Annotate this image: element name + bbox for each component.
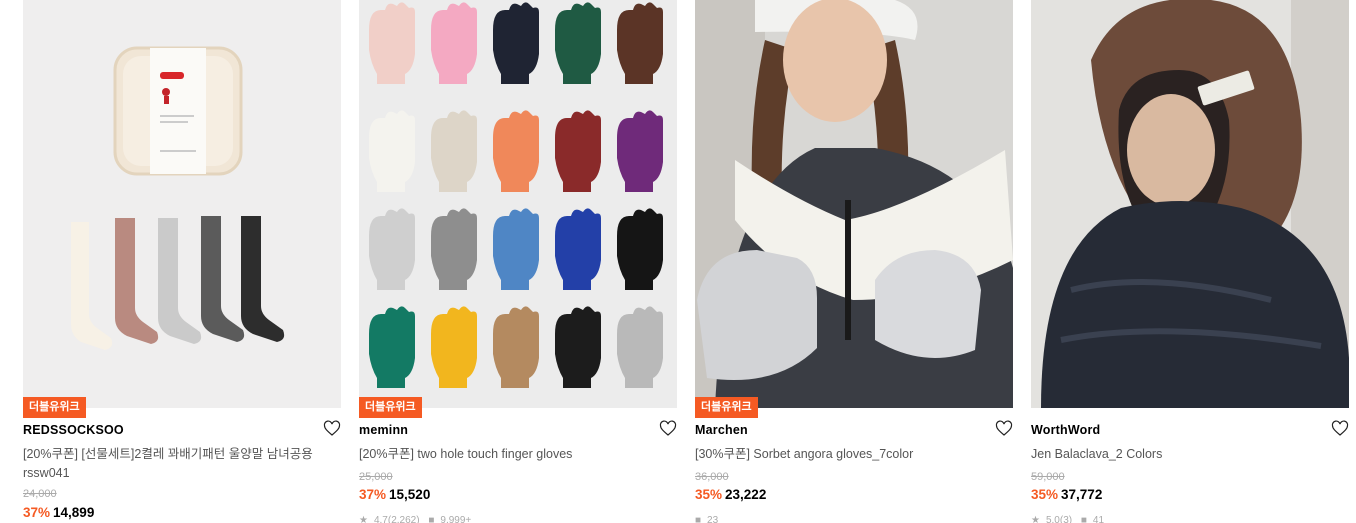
gloves-colors-image [359, 0, 677, 408]
product-title[interactable]: [20%쿠폰] two hole touch finger gloves [359, 445, 659, 464]
rating: 5.0(3) [1045, 515, 1073, 523]
promo-badge: 더블유위크 [23, 397, 86, 418]
original-price: 36,000 [695, 471, 729, 483]
original-price: 59,000 [1031, 471, 1065, 483]
brand-name[interactable]: WorthWord [1031, 423, 1100, 437]
product-title[interactable]: [20%쿠폰] [선물세트]2켤레 꽈배기패턴 울양말 남녀공용 rssw041 [23, 445, 323, 483]
product-image-balaclava[interactable] [1031, 0, 1349, 408]
comment-icon: ■ [428, 515, 435, 523]
price-line: 35% 23,222 [695, 487, 766, 502]
product-card[interactable]: 더블유위크 REDSSOCKSOO [20%쿠폰] [선물세트]2켤레 꽈배기패… [23, 0, 341, 523]
price-line: 37% 14,899 [23, 505, 94, 520]
original-price: 24,000 [23, 488, 57, 500]
promo-badge: 더블유위크 [695, 397, 758, 418]
product-grid: 더블유위크 REDSSOCKSOO [20%쿠폰] [선물세트]2켤레 꽈배기패… [0, 0, 1356, 523]
star-icon: ★ [359, 515, 368, 523]
star-icon: ★ [1031, 515, 1040, 523]
promo-badge: 더블유위크 [359, 397, 422, 418]
product-title[interactable]: [30%쿠폰] Sorbet angora gloves_7color [695, 445, 995, 464]
price-line: 35% 37,772 [1031, 487, 1102, 502]
product-image-gloves-grid[interactable] [359, 0, 677, 408]
rating: 4.7(2,262) [373, 515, 420, 523]
product-meta: ■ 23 [695, 515, 724, 523]
product-card[interactable]: WorthWord Jen Balaclava_2 Colors 59,000 … [1031, 0, 1349, 523]
brand-name[interactable]: REDSSOCKSOO [23, 423, 124, 437]
original-price: 25,000 [359, 471, 393, 483]
sale-price: 37,772 [1061, 487, 1103, 502]
heart-outline-icon[interactable] [659, 420, 677, 438]
product-image-socks-gift-set[interactable] [23, 0, 341, 408]
discount-rate: 35% [695, 487, 723, 502]
product-meta: ★ 5.0(3) ■ 41 [1031, 515, 1110, 523]
sale-price: 14,899 [53, 505, 95, 520]
discount-rate: 37% [23, 505, 51, 520]
review-count: 9,999+ [440, 515, 472, 523]
product-meta: ★ 4.7(2,262) ■ 9,999+ [359, 515, 477, 523]
heart-outline-icon[interactable] [995, 420, 1013, 438]
socks-gift-set-image [23, 0, 341, 408]
product-card[interactable]: 더블유위크 Marchen [30%쿠폰] Sorbet angora glov… [695, 0, 1013, 523]
brand-name[interactable]: meminn [359, 423, 408, 437]
discount-rate: 35% [1031, 487, 1059, 502]
comment-icon: ■ [1080, 515, 1087, 523]
heart-outline-icon[interactable] [1331, 420, 1349, 438]
review-count: 23 [707, 515, 719, 523]
sale-price: 15,520 [389, 487, 431, 502]
balaclava-model-image [1031, 0, 1349, 408]
heart-outline-icon[interactable] [323, 420, 341, 438]
product-title[interactable]: Jen Balaclava_2 Colors [1031, 445, 1331, 464]
product-image-angora-gloves[interactable] [695, 0, 1013, 408]
brand-name[interactable]: Marchen [695, 423, 748, 437]
angora-gloves-model-image [695, 0, 1013, 408]
comment-icon: ■ [695, 515, 702, 523]
product-card[interactable]: 더블유위크 meminn [20%쿠폰] two hole touch fing… [359, 0, 677, 523]
discount-rate: 37% [359, 487, 387, 502]
price-line: 37% 15,520 [359, 487, 430, 502]
review-count: 41 [1092, 515, 1105, 523]
sale-price: 23,222 [725, 487, 767, 502]
